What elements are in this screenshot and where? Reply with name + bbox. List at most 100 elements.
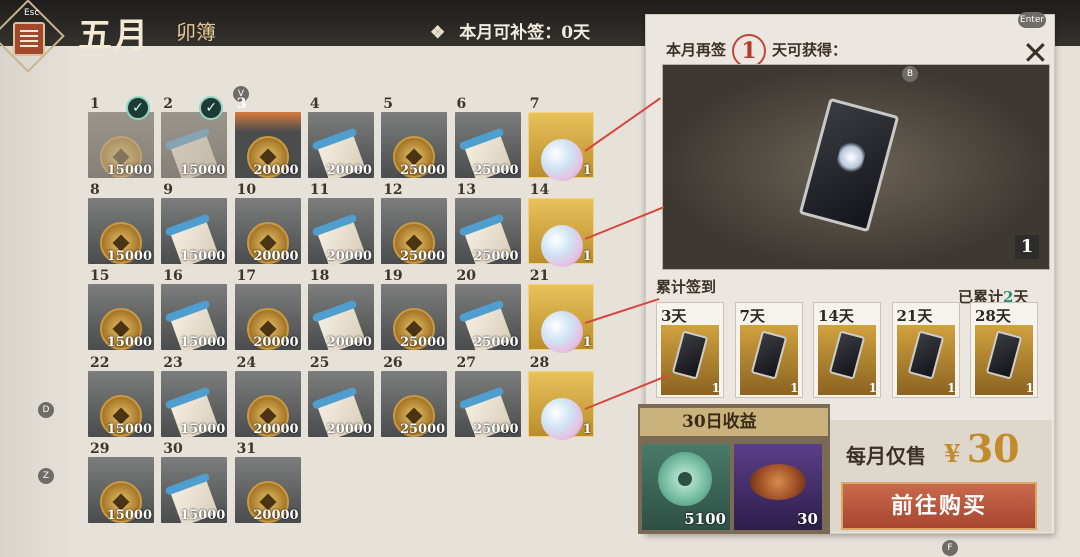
day-cell-30[interactable]: 30 15000 xyxy=(161,440,228,527)
day-number: 14 xyxy=(529,182,550,199)
day-cell-1[interactable]: 1 15000 ✓ xyxy=(88,96,154,178)
day-cell-29[interactable]: 29 15000 xyxy=(88,441,154,523)
reward-amount: 20000 xyxy=(326,421,372,437)
orb-icon xyxy=(540,225,583,268)
day-cell-8[interactable]: 8 15000 xyxy=(88,182,154,265)
day-cell-28[interactable]: 28 1 xyxy=(527,354,594,440)
day-cell-6[interactable]: 6 25000 xyxy=(454,96,521,182)
price-label: 每月仅售 xyxy=(846,444,926,468)
milestone-count: 1 xyxy=(868,381,877,395)
day-cell-22[interactable]: 22 15000 xyxy=(88,355,154,437)
day-number: 5 xyxy=(383,96,393,112)
day-cell-20[interactable]: 20 25000 xyxy=(454,268,521,354)
reward-amount: 15000 xyxy=(106,421,152,437)
diamond-icon: ❖ xyxy=(430,23,446,43)
day-number: 16 xyxy=(163,268,183,285)
day-number: 27 xyxy=(456,354,476,371)
jade-disc-icon xyxy=(658,452,712,506)
checkmark-icon: ✓ xyxy=(126,96,150,120)
income-item-food[interactable]: 30 xyxy=(734,444,822,530)
reward-amount: 25000 xyxy=(473,421,519,437)
makeup-sign-text: 本月可补签：0天 xyxy=(459,23,591,43)
day-cell-10[interactable]: 10 20000 xyxy=(234,182,301,265)
day-number: 28 xyxy=(529,354,550,371)
milestone-day: 3天 xyxy=(661,307,687,325)
reward-amount: 20000 xyxy=(253,335,299,351)
reward-amount: 15000 xyxy=(106,249,152,265)
day-number: 8 xyxy=(90,182,100,199)
day-number: 6 xyxy=(456,96,467,112)
day-cell-16[interactable]: 16 15000 xyxy=(161,268,228,354)
reward-amount: 20000 xyxy=(253,421,299,437)
reward-amount: 25000 xyxy=(399,163,446,178)
day-cell-14[interactable]: 14 1 xyxy=(527,182,594,268)
income-amount: 30 xyxy=(797,510,818,528)
f-key-hint: F xyxy=(942,540,958,556)
milestone-reward xyxy=(975,325,1033,395)
reward-amount: 1 xyxy=(582,421,592,437)
avatar-frame-card-icon xyxy=(907,330,944,380)
reward-amount: 15000 xyxy=(180,507,226,523)
price: ¥30 xyxy=(944,426,1020,471)
day-cell-13[interactable]: 13 25000 xyxy=(454,182,521,268)
reward-days-remaining: 1 xyxy=(732,34,767,68)
d-key-hint[interactable]: D xyxy=(38,402,54,418)
reward-amount: 15000 xyxy=(180,163,226,178)
day-cell-31[interactable]: 31 20000 xyxy=(234,441,301,523)
reward-amount: 15000 xyxy=(180,249,226,265)
day-number: 24 xyxy=(236,354,257,371)
day-cell-26[interactable]: 26 25000 xyxy=(381,355,448,437)
income-amount: 5100 xyxy=(684,510,726,528)
day-cell-12[interactable]: 12 25000 xyxy=(381,182,448,265)
day-cell-18[interactable]: 18 20000 xyxy=(307,268,374,354)
day-cell-19[interactable]: 19 25000 xyxy=(381,268,448,351)
reward-amount: 15000 xyxy=(106,163,152,178)
reward-amount: 25000 xyxy=(399,421,446,437)
day-cell-15[interactable]: 15 15000 xyxy=(88,268,154,351)
day-cell-7[interactable]: 71 xyxy=(527,96,594,181)
currency-symbol: ¥ xyxy=(944,439,961,468)
milestone-3[interactable]: 21天 1 xyxy=(891,302,960,398)
avatar-frame-card-icon xyxy=(671,330,709,380)
milestone-4[interactable]: 28天 1 xyxy=(970,302,1038,398)
buy-button[interactable]: 前往购买 xyxy=(841,482,1037,530)
milestone-2[interactable]: 14天 1 xyxy=(813,302,881,398)
day-cell-5[interactable]: 5 25000 xyxy=(381,96,448,178)
day-number: 12 xyxy=(383,182,403,199)
reward-heading: 本月再签 1 天可获得： xyxy=(666,34,847,68)
day-number: 2 xyxy=(163,96,174,112)
left-strip xyxy=(0,46,68,557)
day-cell-3[interactable]: 3 20000 xyxy=(234,96,301,178)
ledger-icon[interactable] xyxy=(13,22,45,56)
day-cell-2[interactable]: 2 15000 ✓ xyxy=(161,96,228,182)
z-key-hint[interactable]: Z xyxy=(38,468,54,484)
avatar-frame-card-icon xyxy=(828,330,866,380)
milestone-day: 7天 xyxy=(739,307,765,325)
day-number: 11 xyxy=(309,182,330,199)
day-number: 23 xyxy=(163,354,183,371)
reward-amount: 20000 xyxy=(326,163,372,178)
day-number: 17 xyxy=(236,268,257,285)
page-title: 五月 xyxy=(78,16,150,56)
day-cell-23[interactable]: 23 15000 xyxy=(161,354,228,440)
milestone-0[interactable]: 3天 1 xyxy=(656,302,724,398)
milestone-day: 28天 xyxy=(975,307,1011,325)
income-item-jade[interactable]: 5100 xyxy=(642,444,730,530)
day-cell-11[interactable]: 11 20000 xyxy=(307,182,374,268)
day-cell-27[interactable]: 27 25000 xyxy=(454,354,521,440)
day-cell-21[interactable]: 21 1 xyxy=(527,268,594,354)
day-number: 15 xyxy=(90,268,110,285)
day-cell-9[interactable]: 9 15000 xyxy=(161,182,228,268)
day-cell-4[interactable]: 4 20000 xyxy=(307,96,374,182)
reward-amount: 20000 xyxy=(253,507,299,523)
day-cell-17[interactable]: 17 20000 xyxy=(234,268,301,351)
page-subtitle: 卯簿 xyxy=(176,20,216,44)
milestone-1[interactable]: 7天 1 xyxy=(734,302,803,398)
day-number: 10 xyxy=(236,182,257,199)
day-cell-25[interactable]: 25 20000 xyxy=(307,355,374,440)
day-number: 30 xyxy=(163,440,183,457)
milestone-reward xyxy=(739,325,798,395)
day-cell-24[interactable]: 24 20000 xyxy=(234,354,301,437)
milestone-count: 1 xyxy=(1025,381,1034,395)
day-number: 19 xyxy=(383,268,403,285)
